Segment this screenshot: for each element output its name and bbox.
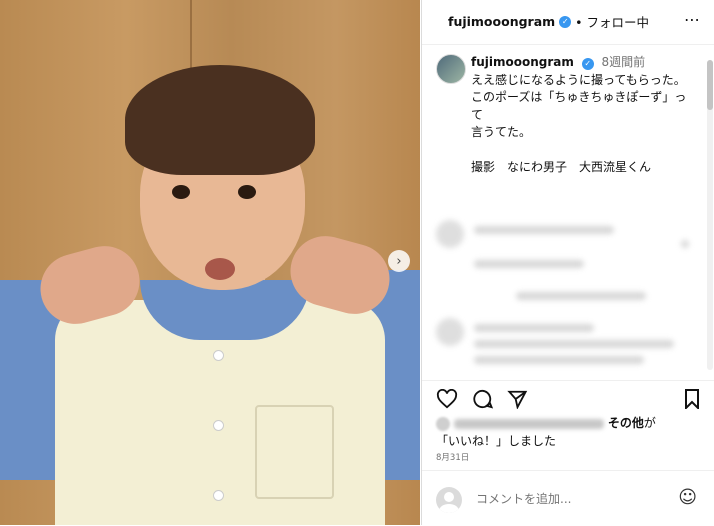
shirt-button bbox=[213, 350, 224, 361]
more-options-icon[interactable]: ⋯ bbox=[684, 10, 701, 29]
add-comment-bar: ☺ bbox=[422, 470, 714, 526]
header-user: fujimooongram ✓ • フォロー中 bbox=[448, 12, 649, 31]
liker-avatar bbox=[436, 416, 450, 431]
avatar-head bbox=[444, 492, 454, 502]
eye-right bbox=[238, 185, 256, 199]
comment-like-icon bbox=[681, 240, 689, 248]
avatar-body bbox=[439, 504, 459, 513]
user-avatar-icon bbox=[436, 487, 462, 513]
emoji-icon[interactable]: ☺ bbox=[678, 487, 697, 508]
post-date[interactable]: 8月31日 bbox=[436, 451, 469, 463]
shirt-pocket bbox=[255, 405, 334, 499]
next-image-glyph: › bbox=[396, 253, 402, 269]
blurred-comment bbox=[436, 318, 686, 378]
post-header: fujimooongram ✓ • フォロー中 ⋯ bbox=[422, 0, 714, 45]
blurred-comment bbox=[436, 220, 689, 310]
likes-others-link[interactable]: その他 bbox=[608, 416, 644, 430]
like-heart-icon[interactable] bbox=[436, 389, 458, 409]
shirt-button bbox=[213, 490, 224, 501]
next-image-icon[interactable]: › bbox=[388, 250, 410, 272]
hair bbox=[125, 65, 315, 175]
verified-badge-icon: ✓ bbox=[559, 15, 572, 28]
verified-badge-icon: ✓ bbox=[581, 58, 594, 70]
header-username[interactable]: fujimooongram bbox=[448, 14, 555, 29]
comment-avatar bbox=[436, 318, 464, 346]
caption-username[interactable]: fujimooongram bbox=[471, 55, 574, 69]
comment-line bbox=[474, 324, 594, 332]
comments-scrollbar[interactable] bbox=[707, 60, 713, 370]
save-bookmark-icon[interactable] bbox=[684, 389, 700, 409]
caption-avatar[interactable] bbox=[436, 54, 466, 84]
caption-body: fujimooongram ✓ 8週間前 ええ感じになるように撮ってもらった。 … bbox=[471, 54, 693, 177]
comment-bubble-icon[interactable] bbox=[472, 389, 493, 409]
post-photo[interactable]: › bbox=[0, 0, 420, 525]
comment-input[interactable] bbox=[474, 491, 658, 507]
comment-line bbox=[474, 260, 584, 268]
comment-line bbox=[516, 292, 646, 300]
comment-line bbox=[474, 340, 674, 348]
comment-line bbox=[474, 226, 614, 234]
scrollbar-thumb[interactable] bbox=[707, 60, 713, 110]
caption-text: ええ感じになるように撮ってもらった。 このポーズは「ちゅきちゅきぽーず」って 言… bbox=[471, 72, 687, 175]
eye-left bbox=[172, 185, 190, 199]
follow-status[interactable]: • フォロー中 bbox=[575, 12, 649, 31]
comment-line bbox=[474, 356, 644, 364]
post-side-panel: fujimooongram ✓ • フォロー中 ⋯ fujimooongram … bbox=[421, 0, 714, 525]
shirt-button bbox=[213, 420, 224, 431]
likes-summary: その他が「いいね！」しました bbox=[436, 414, 676, 450]
comment-avatar bbox=[436, 220, 464, 248]
mouth bbox=[205, 258, 235, 280]
liker-name-blurred bbox=[454, 418, 604, 429]
instagram-post-view: › fujimooongram ✓ • フォロー中 ⋯ fujimooongra… bbox=[0, 0, 714, 525]
caption-time[interactable]: 8週間前 bbox=[602, 55, 646, 69]
share-send-icon[interactable] bbox=[507, 389, 528, 409]
